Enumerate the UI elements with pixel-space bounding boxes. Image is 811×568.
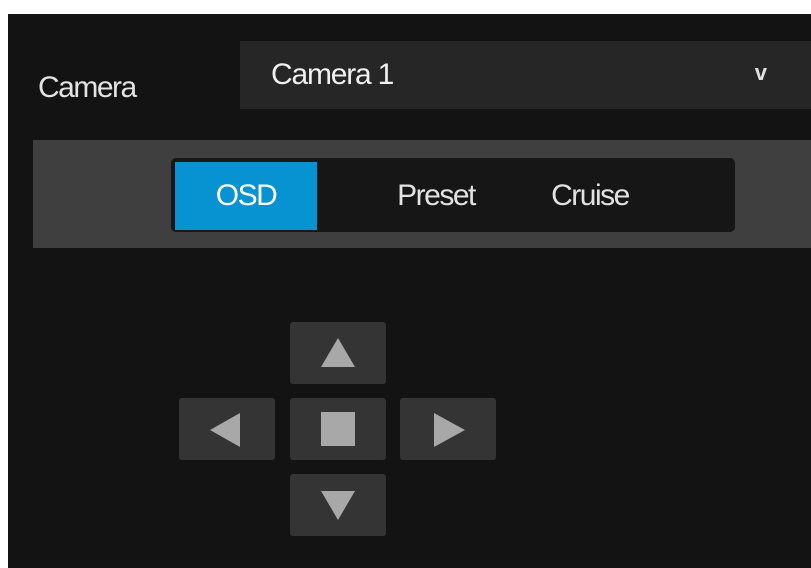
ptz-right-button[interactable] [400,398,496,460]
tab-preset[interactable]: Preset [371,162,501,230]
camera-label: Camera [38,71,137,104]
stop-square-icon [321,412,355,446]
tab-bar: OSD Preset Cruise [33,140,811,248]
up-arrow-icon [321,338,355,367]
ptz-stop-button[interactable] [290,398,386,460]
right-arrow-icon [434,413,465,447]
camera-select[interactable]: Camera 1 v [240,41,811,109]
ptz-up-button[interactable] [290,322,386,384]
tab-cruise[interactable]: Cruise [525,162,655,230]
tab-osd[interactable]: OSD [175,162,317,230]
camera-select-value: Camera 1 [271,58,394,91]
camera-control-panel: Camera Camera 1 v OSD Preset Cruise [8,14,811,568]
ptz-down-button[interactable] [290,474,386,536]
chevron-down-icon[interactable]: v [755,41,767,105]
down-arrow-icon [321,491,355,520]
tab-group: OSD Preset Cruise [171,158,735,232]
left-arrow-icon [210,413,240,447]
ptz-left-button[interactable] [179,398,275,460]
